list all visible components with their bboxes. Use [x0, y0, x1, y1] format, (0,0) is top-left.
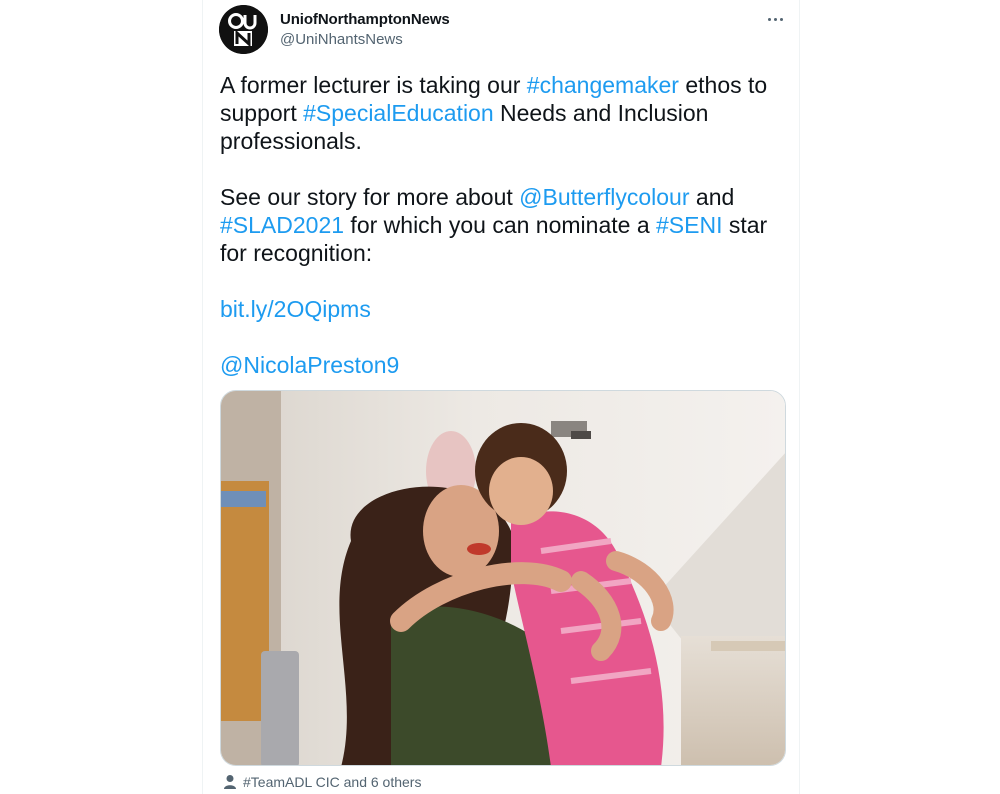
hashtag-link[interactable]: #SpecialEducation [303, 100, 494, 126]
photo-hug-illustration [221, 391, 785, 765]
uon-logo-icon [219, 5, 268, 54]
tweet-paragraph: See our story for more about @Butterflyc… [220, 184, 768, 266]
mention-link[interactable]: @NicolaPreston9 [220, 352, 399, 378]
hashtag-link[interactable]: #changemaker [527, 72, 679, 98]
user-handle[interactable]: @UniNhantsNews [280, 31, 403, 48]
mention-link[interactable]: @Butterflycolour [519, 184, 689, 210]
tweet-text: A former lecturer is taking our #changem… [220, 71, 790, 379]
more-options-button[interactable] [763, 9, 787, 29]
more-options-icon [767, 17, 771, 21]
tweet-paragraph: A former lecturer is taking our #changem… [220, 72, 768, 154]
url-link[interactable]: bit.ly/2OQipms [220, 296, 371, 322]
hashtag-link[interactable]: #SLAD2021 [220, 212, 344, 238]
person-icon [224, 775, 236, 789]
account-avatar[interactable] [219, 5, 268, 54]
tweet-card: UniofNorthamptonNews @UniNhantsNews A fo… [202, 0, 800, 794]
hashtag-link[interactable]: #SENI [656, 212, 722, 238]
tweet-photo[interactable] [220, 390, 786, 766]
display-name[interactable]: UniofNorthamptonNews [280, 11, 450, 28]
tagged-people[interactable]: #TeamADL CIC and 6 others [223, 772, 421, 792]
tagged-people-label: #TeamADL CIC and 6 others [243, 774, 422, 790]
